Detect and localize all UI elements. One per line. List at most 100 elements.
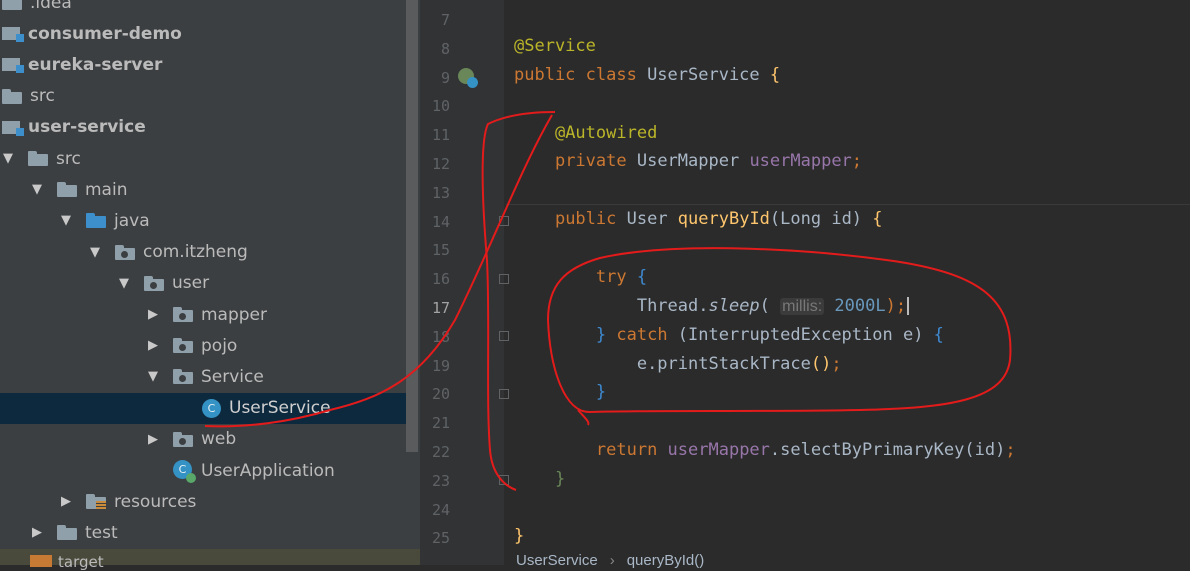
tree-item-src[interactable]: src (0, 81, 406, 112)
folder-icon (57, 182, 77, 198)
class-icon: C (202, 398, 221, 418)
fold-marker-icon[interactable] (499, 475, 509, 485)
service-annotation: @Service (514, 36, 596, 56)
keyword: catch (616, 325, 678, 345)
expand-arrow-right-icon[interactable]: ▶ (147, 432, 159, 447)
line-number: 15 (431, 241, 450, 260)
tree-item-user-service[interactable]: user-service (0, 112, 406, 143)
tree-item-service[interactable]: ▼ Service (0, 361, 406, 392)
tree-item-label: src (30, 86, 55, 107)
tree-item-label: UserService (229, 398, 331, 419)
text-caret (907, 297, 910, 315)
fold-marker-icon[interactable] (499, 331, 509, 341)
tree-item-test[interactable]: ▶ test (0, 517, 406, 548)
keyword: return (595, 440, 668, 460)
line-number: 13 (431, 183, 450, 202)
method-call: e.printStackTrace (636, 354, 811, 374)
package-icon (173, 307, 193, 322)
code-line-12: private UserMapper userMapper; (514, 151, 862, 171)
expand-arrow-down-icon[interactable]: ▼ (60, 213, 72, 228)
keyword: public (554, 209, 627, 229)
tree-item-label: .idea (30, 0, 72, 13)
tree-item-userapplication[interactable]: C UserApplication (0, 455, 406, 486)
line-number: 25 (431, 529, 450, 548)
tree-item--idea[interactable]: .idea (0, 0, 406, 18)
tree-item-consumer-demo[interactable]: consumer-demo (0, 18, 406, 49)
code-line-16: try { (514, 267, 647, 287)
tree-item-label: resources (114, 491, 197, 512)
tree-item-label: eureka-server (28, 54, 163, 75)
breadcrumb-class[interactable]: UserService (516, 552, 598, 569)
code-line-11: @Autowired (514, 123, 657, 143)
tree-item-web[interactable]: ▶ web (0, 424, 406, 455)
code-line-8: @Service (514, 36, 596, 56)
code-line-14: public User queryById(Long id) { (514, 209, 883, 229)
expand-arrow-down-icon[interactable]: ▼ (2, 151, 14, 166)
package-icon (115, 244, 135, 260)
expand-arrow-down-icon[interactable]: ▼ (147, 369, 159, 384)
resources-folder-icon (86, 494, 106, 511)
close-paren: ); (885, 296, 907, 316)
spring-bean-icon[interactable] (458, 68, 478, 88)
type-name: User (626, 209, 678, 229)
number-literal: 2000L (824, 296, 886, 316)
tree-item-label: com.itzheng (143, 242, 248, 263)
spring-boot-class-icon: C (173, 460, 196, 483)
tree-item-java[interactable]: ▼ java (0, 205, 406, 236)
line-number: 11 (431, 126, 450, 145)
field-name: userMapper (749, 151, 852, 171)
tree-item-label: target (58, 553, 104, 571)
fold-marker-icon[interactable] (499, 389, 509, 399)
method-separator (506, 204, 1190, 205)
fold-marker-icon[interactable] (499, 274, 509, 284)
tree-item-eureka-server[interactable]: eureka-server (0, 49, 406, 80)
tree-item-main[interactable]: ▼ main (0, 174, 406, 205)
folder-icon (2, 0, 22, 10)
package-icon (173, 431, 193, 447)
code-line-17: Thread.sleep( millis: 2000L); (514, 296, 910, 316)
keyword: public class (514, 65, 648, 85)
code-editor[interactable]: 7 8 9 10 11 12 13 14 15 16 17 18 19 20 21 22 23 24 25 @Ser… (420, 0, 1190, 569)
tree-item-label: test (85, 522, 118, 543)
line-number: 24 (431, 500, 450, 519)
code-line-25: } (514, 526, 524, 546)
line-number: 17 (431, 299, 450, 317)
project-tree-panel: .idea consumer-demo eureka-server src user-s… (0, 0, 420, 565)
tree-item-src[interactable]: ▼ src (0, 143, 406, 174)
expand-arrow-down-icon[interactable]: ▼ (89, 245, 101, 260)
line-number: 16 (431, 270, 450, 289)
fold-marker-icon[interactable] (499, 216, 509, 226)
folder-icon (28, 151, 48, 166)
tree-item-com-itzheng[interactable]: ▼ com.itzheng (0, 237, 406, 268)
line-number: 23 (431, 471, 450, 490)
brace: } (595, 382, 607, 402)
expand-arrow-right-icon[interactable]: ▶ (147, 338, 159, 353)
tree-item-pojo[interactable]: ▶ pojo (0, 330, 406, 361)
line-number: 14 (431, 212, 450, 231)
class-ref: Thread. (636, 296, 709, 316)
tree-item-label: Service (201, 366, 264, 387)
tree-item-label: main (85, 179, 128, 200)
tree-item-label: pojo (201, 335, 238, 356)
line-number: 19 (431, 356, 450, 375)
expand-arrow-down-icon[interactable]: ▼ (31, 182, 43, 197)
expand-arrow-right-icon[interactable]: ▶ (60, 494, 72, 509)
expand-arrow-down-icon[interactable]: ▼ (118, 276, 130, 291)
tree-item-mapper[interactable]: ▶ mapper (0, 299, 406, 330)
line-number: 12 (431, 155, 450, 173)
tree-item-userservice[interactable]: C UserService (0, 392, 406, 424)
code-line-19: e.printStackTrace(); (514, 354, 842, 374)
keyword: try (595, 267, 637, 287)
tree-item-target[interactable]: target (0, 549, 420, 571)
expand-arrow-right-icon[interactable]: ▶ (147, 307, 159, 322)
tree-item-label: mapper (201, 304, 268, 325)
tree-item-resources[interactable]: ▶ resources (0, 486, 406, 517)
breadcrumb-method[interactable]: queryById() (627, 552, 705, 569)
tree-scrollbar-thumb[interactable] (406, 0, 418, 452)
class-name: UserService (647, 65, 770, 85)
code-line-18: } catch (InterruptedException e) { (514, 325, 944, 345)
expand-arrow-right-icon[interactable]: ▶ (31, 525, 43, 540)
code-line-9: public class UserService { (514, 65, 780, 85)
tree-item-user[interactable]: ▼ user (0, 268, 406, 299)
brace: { (636, 267, 648, 287)
